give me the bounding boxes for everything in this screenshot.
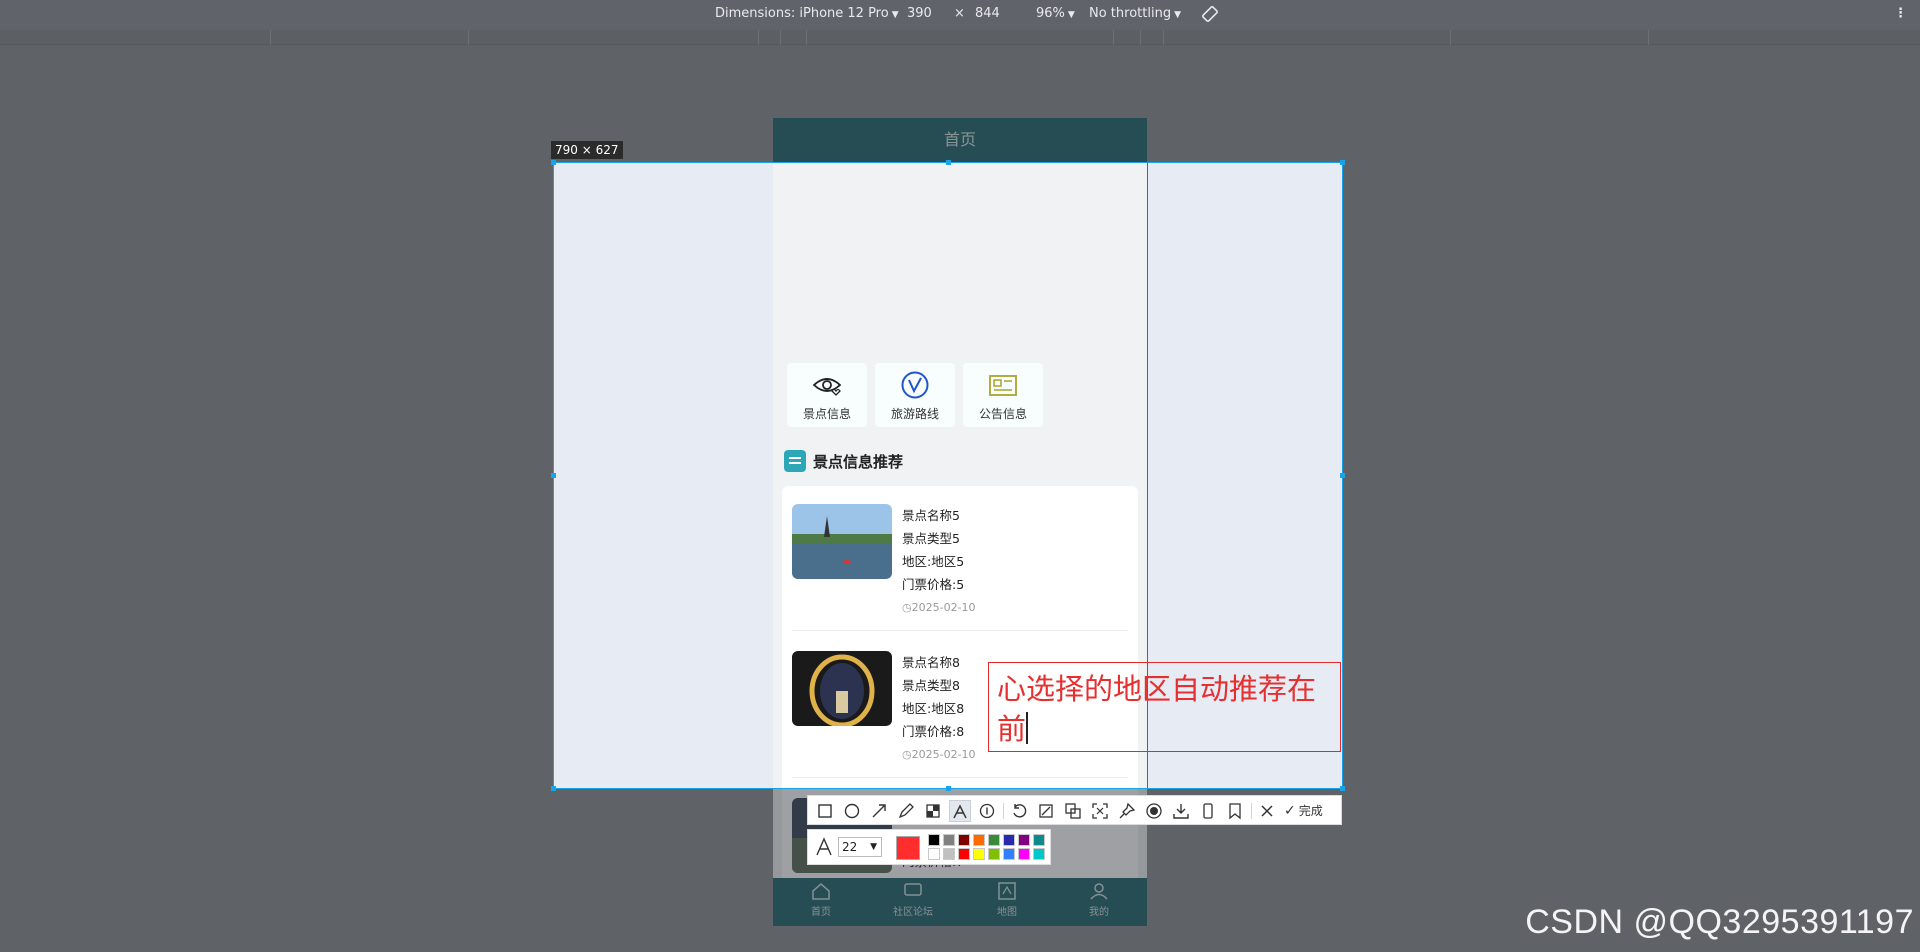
device-dimensions-select[interactable]: Dimensions: iPhone 12 Pro ▼ [715,6,899,21]
toolbar-separator [1251,803,1252,819]
resize-handle[interactable] [551,160,556,165]
done-button[interactable]: ✓ 完成 [1284,801,1336,821]
number-marker-tool-icon[interactable] [976,800,998,822]
toolbar-separator [1003,803,1004,819]
throttling-label: No throttling [1089,6,1172,21]
font-size-select[interactable]: 22 ▼ [838,837,882,857]
resize-handle[interactable] [1340,473,1345,478]
dim-overlay [773,118,1147,162]
arrow-tool-icon[interactable] [868,800,890,822]
annotation-line: 心选择的地区自动推荐在 [997,672,1317,706]
resize-handle[interactable] [946,786,951,791]
chevron-down-icon: ▼ [1174,10,1181,20]
selection-size-label: 790 × 627 [551,141,623,159]
font-icon [816,837,832,856]
chevron-down-icon: ▼ [1067,10,1075,20]
resize-handle[interactable] [946,160,951,165]
color-swatch[interactable] [988,848,1000,860]
throttling-select[interactable]: No throttling ▼ [1089,6,1181,21]
ellipse-tool-icon[interactable] [841,800,863,822]
color-swatch[interactable] [943,834,955,846]
chevron-down-icon: ▼ [891,10,899,20]
color-swatch[interactable] [928,848,940,860]
color-swatch[interactable] [958,848,970,860]
color-swatch[interactable] [1003,848,1015,860]
device-dimensions-label: Dimensions: iPhone 12 Pro [715,6,889,21]
crop-icon[interactable] [1035,800,1057,822]
check-icon: ✓ [1284,803,1296,819]
media-query-ruler [0,30,1920,45]
color-swatch[interactable] [973,834,985,846]
record-icon[interactable] [1143,800,1165,822]
pin-icon[interactable] [1116,800,1138,822]
color-swatch[interactable] [1018,848,1030,860]
color-swatch[interactable] [1033,834,1045,846]
screenshot-toolbar: ✓ 完成 [807,795,1342,825]
download-icon[interactable] [1170,800,1192,822]
color-swatch[interactable] [1018,834,1030,846]
rectangle-tool-icon[interactable] [814,800,836,822]
selection-fill-left [554,163,774,788]
copy-icon[interactable] [1062,800,1084,822]
font-size-value: 22 [842,840,858,854]
mosaic-tool-icon[interactable] [922,800,944,822]
text-cursor [1026,712,1028,744]
undo-icon[interactable] [1008,800,1030,822]
devtools-device-toolbar: Dimensions: iPhone 12 Pro ▼ 390 × 844 96%… [0,0,1920,30]
color-swatch[interactable] [973,848,985,860]
color-swatch[interactable] [943,848,955,860]
phone-send-icon[interactable] [1197,800,1219,822]
ocr-icon[interactable] [1089,800,1111,822]
rotate-icon[interactable] [1200,4,1220,28]
viewport-width-input[interactable]: 390 [907,6,932,21]
text-options-panel: 22 ▼ [807,829,1051,865]
resize-handle[interactable] [551,786,556,791]
zoom-select[interactable]: 96% ▼ [1036,6,1075,21]
color-swatch[interactable] [1003,834,1015,846]
close-icon[interactable] [1256,800,1278,822]
color-swatch[interactable] [928,834,940,846]
color-swatch[interactable] [1033,848,1045,860]
current-color-swatch[interactable] [896,836,920,860]
resize-handle[interactable] [1340,160,1345,165]
text-tool-icon[interactable] [949,800,971,822]
viewport-height-input[interactable]: 844 [975,6,1000,21]
chevron-down-icon: ▼ [870,842,877,852]
done-label: 完成 [1298,804,1323,818]
bookmark-icon[interactable] [1224,800,1246,822]
color-swatch[interactable] [988,834,1000,846]
dimension-separator: × [954,6,965,21]
text-annotation[interactable]: 心选择的地区自动推荐在 前 [988,662,1341,752]
zoom-label: 96% [1036,6,1065,21]
resize-handle[interactable] [1340,786,1345,791]
pencil-tool-icon[interactable] [895,800,917,822]
annotation-line: 前 [997,712,1027,746]
color-swatch[interactable] [958,834,970,846]
watermark: CSDN @QQ3295391197 [1525,903,1914,941]
resize-handle[interactable] [551,473,556,478]
more-options-icon[interactable]: ⋮ [1894,6,1907,21]
